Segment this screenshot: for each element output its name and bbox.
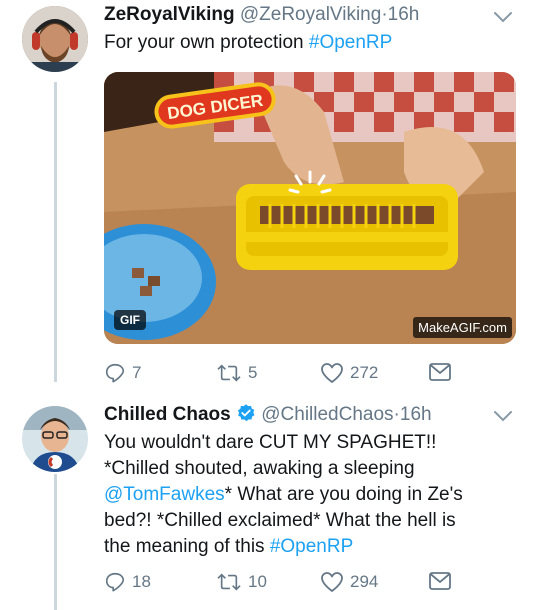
avatar[interactable] xyxy=(22,6,88,72)
like-button[interactable]: 272 xyxy=(320,362,378,384)
envelope-icon xyxy=(429,572,451,590)
direct-message-button[interactable] xyxy=(428,571,452,591)
like-count: 272 xyxy=(350,363,379,382)
text-line: bed?! *Chilled exclaimed* What the hell … xyxy=(104,510,456,531)
text-line: *Chilled shouted, awaking a sleeping xyxy=(104,458,415,479)
reply-button[interactable]: 7 xyxy=(104,362,141,384)
user-handle[interactable]: @ChilledChaos xyxy=(261,404,393,425)
hashtag-link[interactable]: #OpenRP xyxy=(270,536,353,557)
reply-icon xyxy=(105,363,125,383)
avatar-image xyxy=(22,6,88,72)
gif-badge: GIF xyxy=(114,310,146,330)
thread-line xyxy=(54,82,57,382)
like-button[interactable]: 294 xyxy=(320,571,378,593)
like-count: 294 xyxy=(350,572,379,591)
envelope-icon xyxy=(429,363,451,381)
mention-link[interactable]: @TomFawkes xyxy=(104,484,225,505)
tweet-actions: 7 5 272 xyxy=(104,362,464,388)
tweet-actions: 18 10 294 xyxy=(104,571,464,597)
timestamp[interactable]: 16h xyxy=(388,4,420,25)
display-name[interactable]: Chilled Chaos xyxy=(104,404,231,425)
gif-watermark: MakeAGIF.com xyxy=(413,317,512,338)
retweet-button[interactable]: 10 xyxy=(216,571,267,593)
reply-count: 7 xyxy=(132,363,142,382)
chevron-down-icon[interactable] xyxy=(492,409,514,423)
reply-count: 18 xyxy=(132,572,151,591)
avatar-image xyxy=(22,406,88,472)
retweet-icon xyxy=(217,573,241,591)
user-handle[interactable]: @ZeRoyalViking xyxy=(240,4,381,25)
verified-badge-icon xyxy=(237,404,255,422)
tweet-header: Chilled Chaos @ChilledChaos·16h xyxy=(104,403,432,426)
text-line: the meaning of this #OpenRP xyxy=(104,536,354,557)
direct-message-button[interactable] xyxy=(428,362,452,382)
retweet-count: 10 xyxy=(248,572,267,591)
gif-preview-image: DOG DICER xyxy=(104,72,516,344)
timestamp[interactable]: 16h xyxy=(400,404,432,425)
avatar[interactable] xyxy=(22,406,88,472)
retweet-count: 5 xyxy=(248,363,258,382)
gif-media[interactable]: DOG DICER GIF MakeAGIF.com xyxy=(104,72,516,344)
text-line: You wouldn't dare CUT MY SPAGHET!! xyxy=(104,432,437,453)
tweet-text: You wouldn't dare CUT MY SPAGHET!! *Chil… xyxy=(104,430,514,560)
retweet-button[interactable]: 5 xyxy=(216,362,257,384)
heart-icon xyxy=(321,572,343,592)
tweet-text: For your own protection #OpenRP xyxy=(104,32,393,53)
reply-button[interactable]: 18 xyxy=(104,571,151,593)
heart-icon xyxy=(321,363,343,383)
thread-line xyxy=(54,474,57,610)
text-line: @TomFawkes* What are you doing in Ze's xyxy=(104,484,463,505)
tweet-header: ZeRoyalViking @ZeRoyalViking·16h xyxy=(104,4,419,26)
display-name[interactable]: ZeRoyalViking xyxy=(104,4,235,25)
retweet-icon xyxy=(217,364,241,382)
hashtag-link[interactable]: #OpenRP xyxy=(309,32,392,53)
chevron-down-icon[interactable] xyxy=(492,10,514,24)
reply-icon xyxy=(105,572,125,592)
